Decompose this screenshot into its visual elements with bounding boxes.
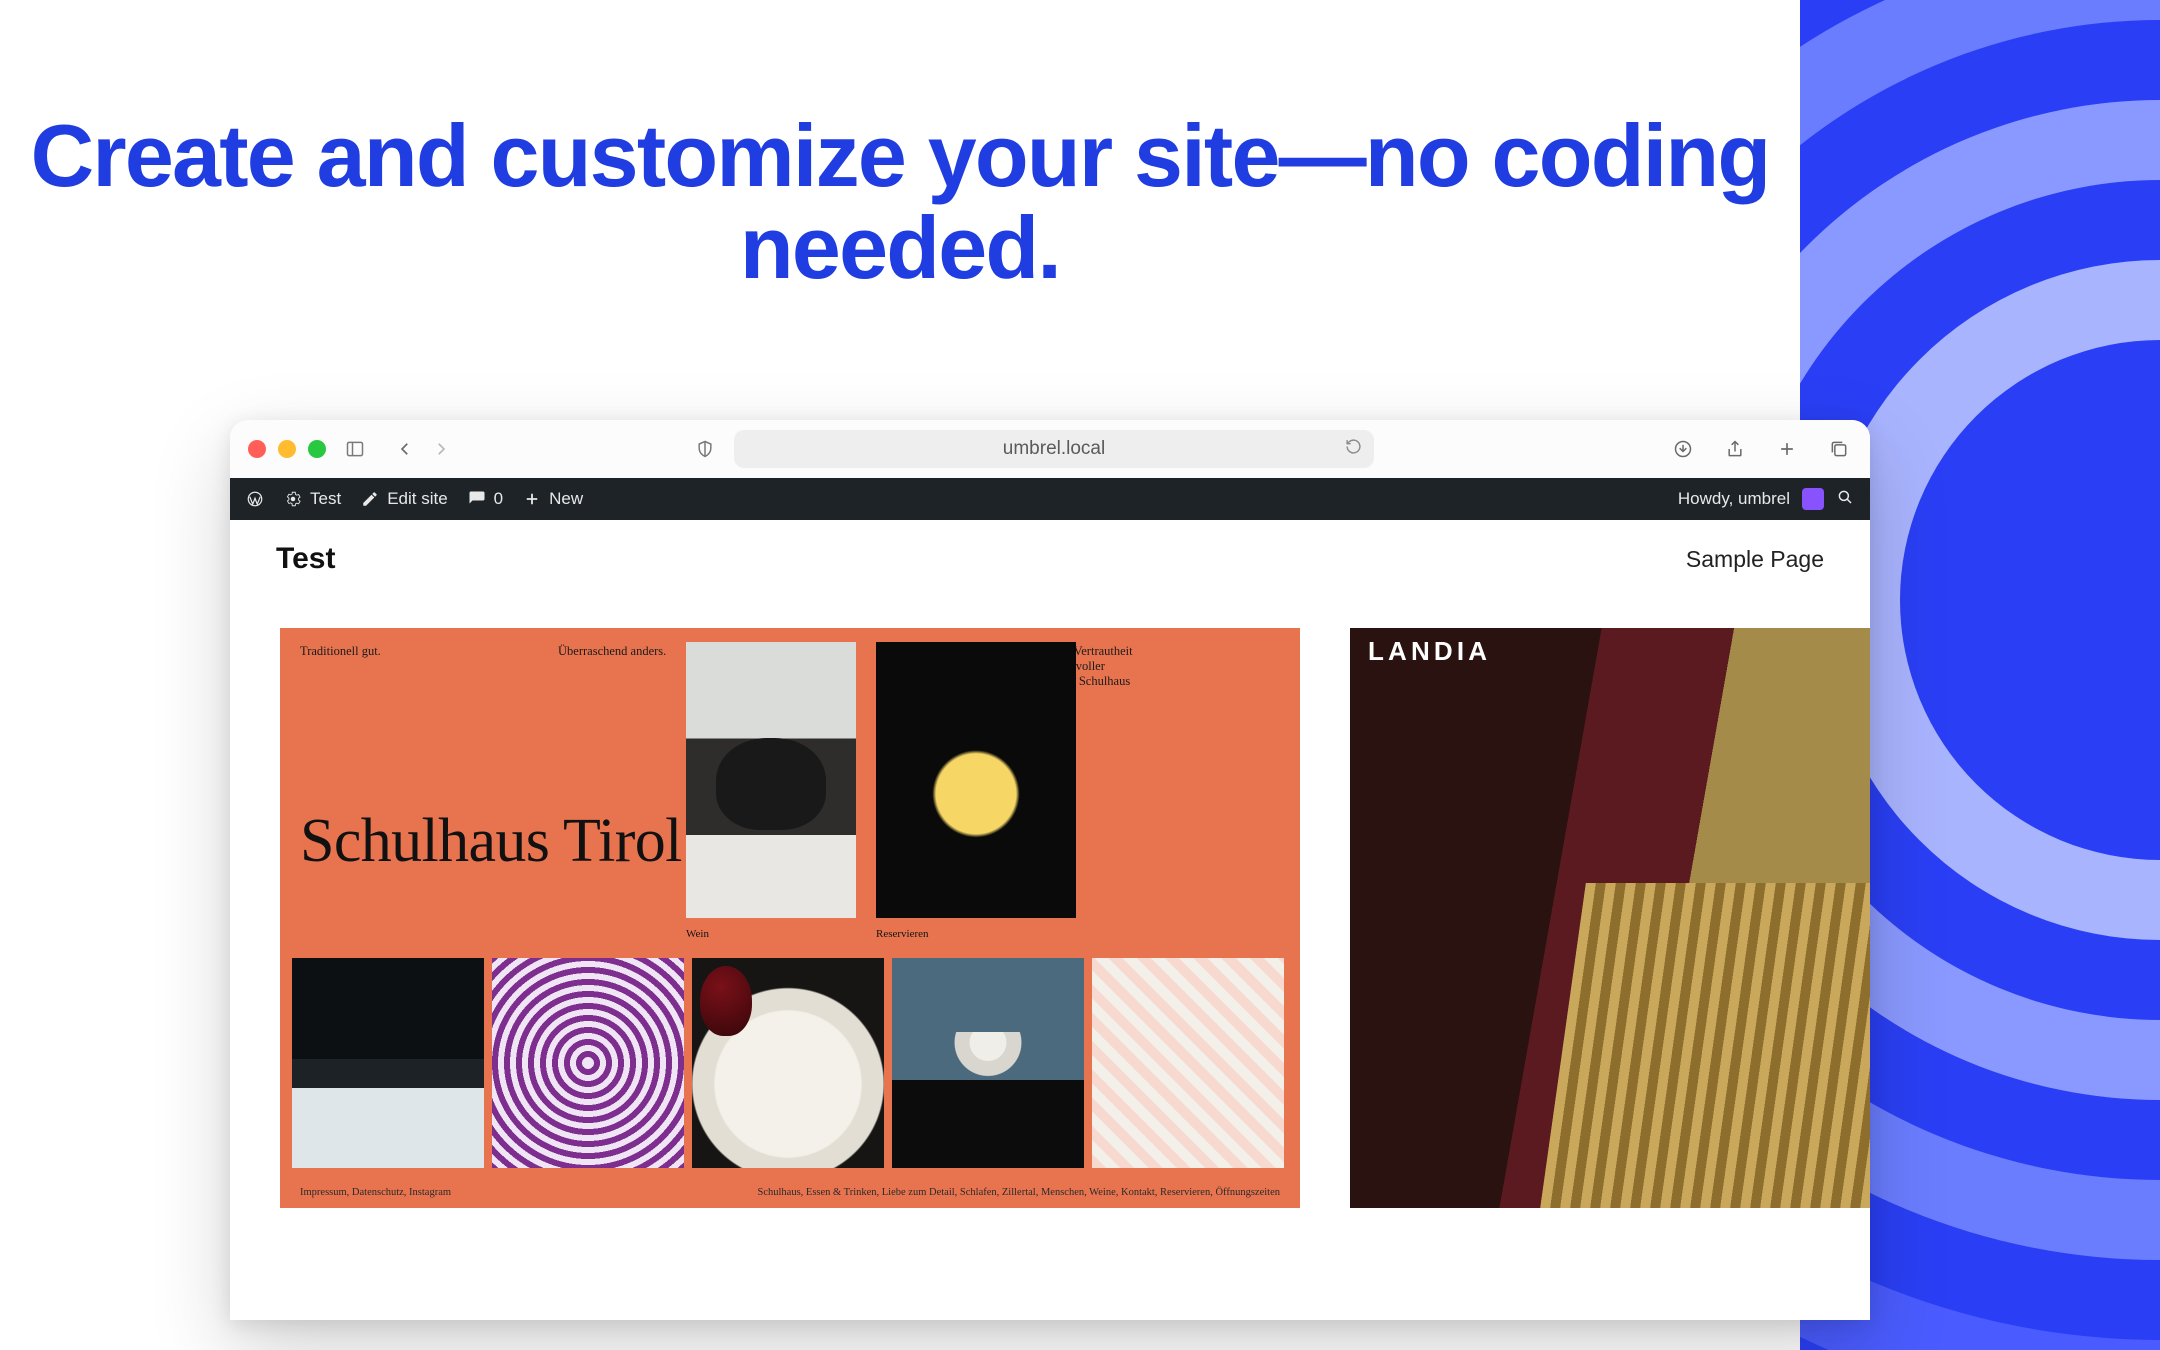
browser-window: umbrel.local Test [230, 420, 1870, 1320]
person-back-image [892, 958, 1084, 1168]
forward-button[interactable] [426, 434, 456, 464]
url-text: umbrel.local [1003, 438, 1105, 460]
wp-edit-site-label: Edit site [387, 489, 447, 509]
wp-site-link[interactable]: Test [284, 489, 341, 509]
theme-carousel: Work About Contact ESP ◎ Traditionell gu… [230, 598, 1870, 1208]
wp-new-link[interactable]: New [523, 489, 583, 509]
orange-footer-left: Impressum, Datenschutz, Instagram [300, 1187, 451, 1198]
landia-hero-image [1350, 628, 1870, 1208]
browser-chrome: umbrel.local [230, 420, 1870, 478]
tab-overview-icon[interactable] [1826, 436, 1852, 462]
traffic-lights [248, 440, 326, 458]
bedding-image [1092, 958, 1284, 1168]
wp-search-icon[interactable] [1836, 488, 1854, 511]
site-header: Test Sample Page [230, 520, 1870, 598]
theme-card-landia[interactable]: LANDIA [1350, 628, 1870, 1208]
window-minimize-button[interactable] [278, 440, 296, 458]
orange-top-text: Traditionell gut. [300, 644, 450, 704]
share-icon[interactable] [1722, 436, 1748, 462]
sidebar-icon[interactable] [342, 436, 368, 462]
page-headline: Create and customize your site—no coding… [0, 110, 1800, 295]
site-title[interactable]: Test [276, 542, 335, 576]
downloads-icon[interactable] [1670, 436, 1696, 462]
new-tab-icon[interactable] [1774, 436, 1800, 462]
cabbage-image [492, 958, 684, 1168]
wp-site-name: Test [310, 489, 341, 509]
landia-logo: LANDIA [1368, 636, 1491, 667]
orange-brand: Schulhaus Tirol [300, 806, 682, 877]
wp-admin-bar: Test Edit site 0 New Howdy, umbrel [230, 478, 1870, 520]
orange-wein-label: Wein [686, 928, 709, 940]
wp-comments-count: 0 [494, 489, 503, 509]
site-nav-link[interactable]: Sample Page [1686, 546, 1824, 573]
wp-avatar[interactable] [1802, 488, 1824, 510]
reload-icon[interactable] [1345, 438, 1362, 461]
wp-logo-icon[interactable] [246, 490, 264, 508]
window-zoom-button[interactable] [308, 440, 326, 458]
wp-new-label: New [549, 489, 583, 509]
orange-footer-right: Schulhaus, Essen & Trinken, Liebe zum De… [758, 1187, 1280, 1198]
seascape-image [292, 958, 484, 1168]
privacy-shield-icon[interactable] [692, 436, 718, 462]
wp-howdy-text[interactable]: Howdy, umbrel [1678, 489, 1790, 509]
fork-pasta-image [876, 642, 1076, 918]
back-button[interactable] [390, 434, 420, 464]
theme-card-orange[interactable]: Traditionell gut. Überraschend anders. W… [280, 628, 1300, 1208]
url-bar[interactable]: umbrel.local [734, 430, 1374, 468]
wp-comments-link[interactable]: 0 [468, 489, 503, 509]
orange-reservieren-label: Reservieren [876, 928, 929, 940]
wp-edit-site-link[interactable]: Edit site [361, 489, 447, 509]
chef-image [686, 642, 856, 918]
plate-image [692, 958, 884, 1168]
window-close-button[interactable] [248, 440, 266, 458]
